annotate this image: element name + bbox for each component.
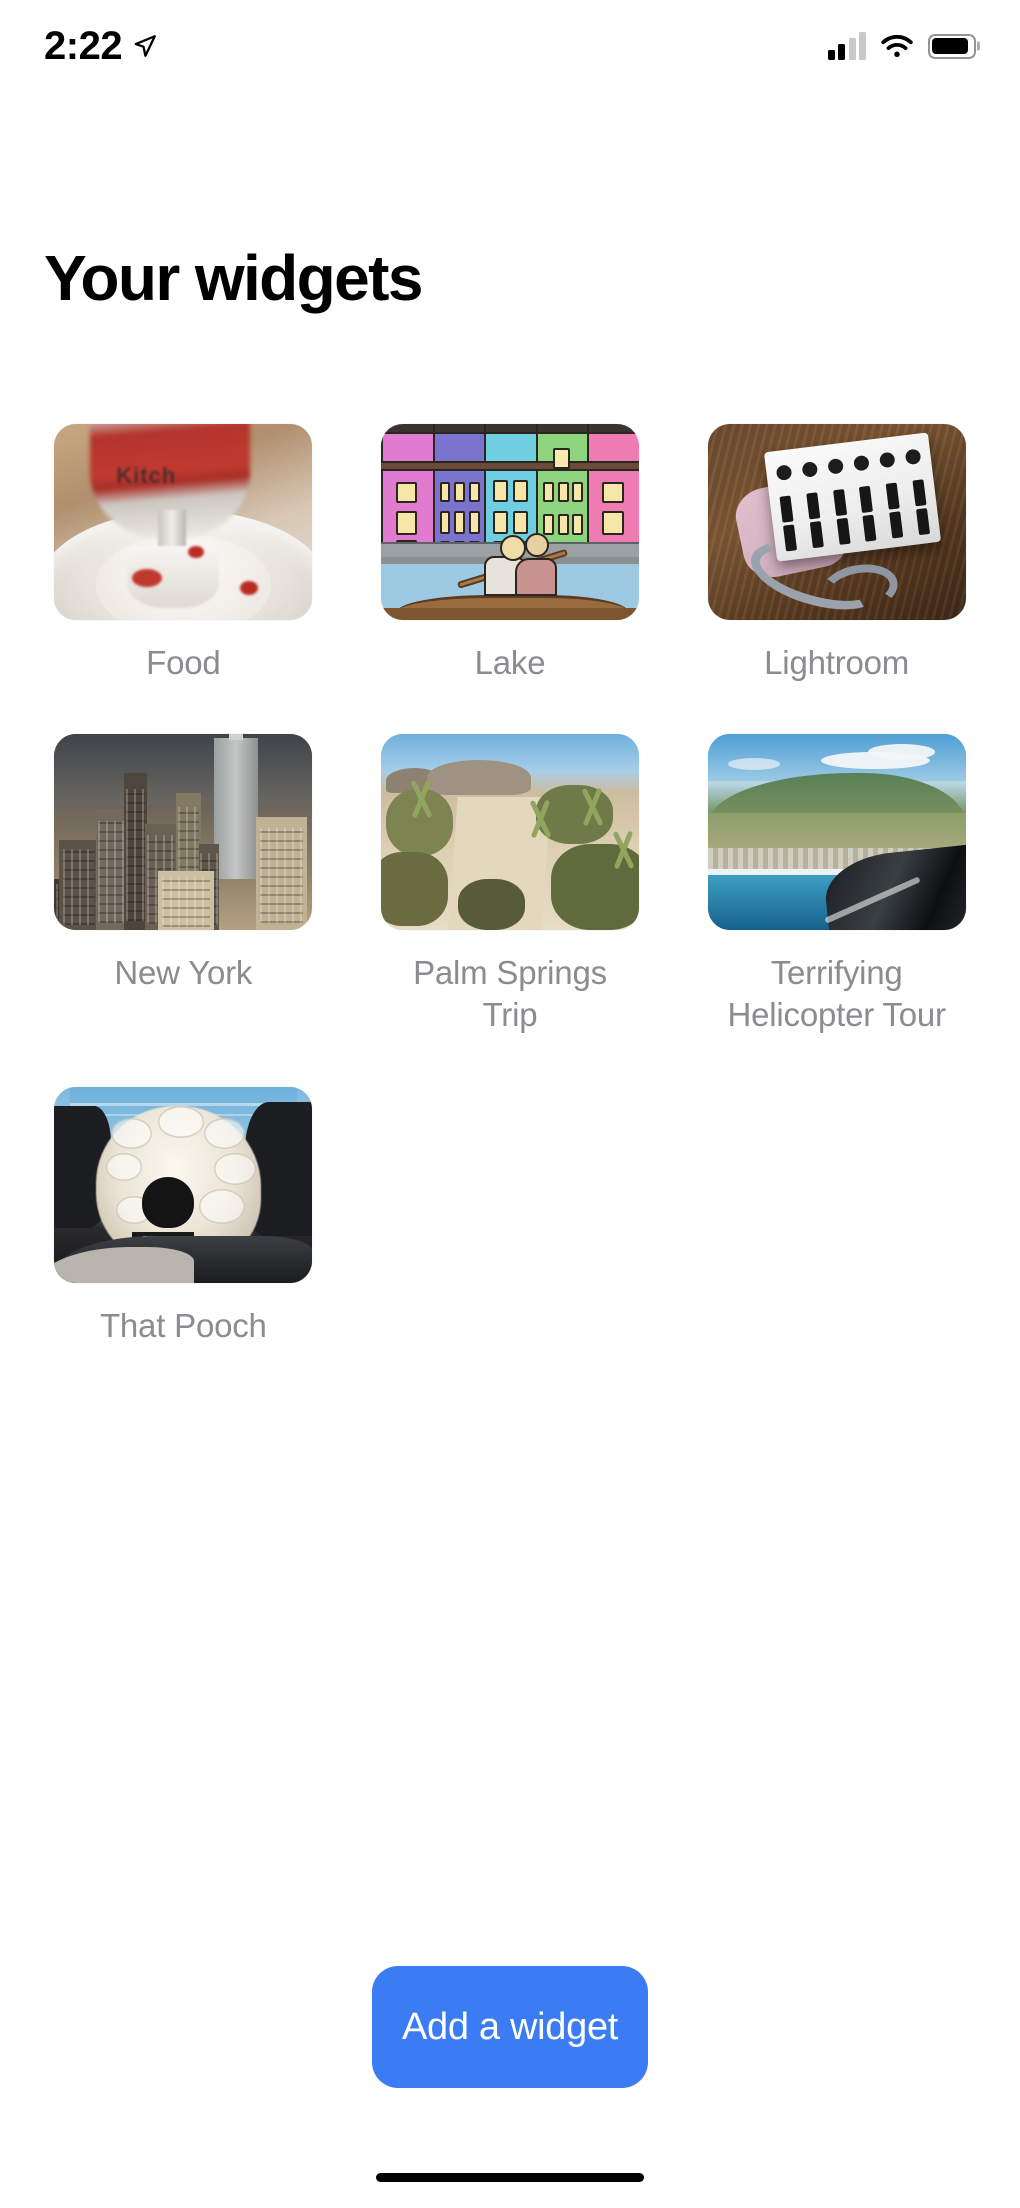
widget-item-new-york[interactable]: New York bbox=[20, 734, 347, 1036]
widget-label: Palm Springs Trip bbox=[413, 954, 607, 1034]
status-bar-right bbox=[827, 32, 976, 60]
widget-item-lake[interactable]: Lake bbox=[347, 424, 674, 684]
widget-thumbnail-palm-springs-trip[interactable] bbox=[380, 734, 639, 931]
widget-label: Terrifying Helicopter Tour bbox=[727, 954, 946, 1034]
food-photo-art: Kitch bbox=[54, 424, 313, 620]
lightroom-photo-art bbox=[707, 424, 966, 620]
widget-thumbnail-that-pooch[interactable] bbox=[54, 1086, 313, 1283]
widget-label: That Pooch bbox=[99, 1306, 267, 1344]
widget-item-terrifying-helicopter-tour[interactable]: Terrifying Helicopter Tour bbox=[673, 734, 1000, 1036]
widget-item-food[interactable]: Kitch Food bbox=[20, 424, 347, 684]
newyork-photo-art bbox=[54, 734, 313, 931]
widget-thumbnail-lightroom[interactable] bbox=[707, 424, 966, 620]
add-a-widget-button-label: Add a widget bbox=[401, 2005, 619, 2048]
cellular-signal-icon bbox=[827, 32, 866, 60]
widget-gallery-screen: 2:22 Your widgets Kitch Food Lake Lightr… bbox=[0, 0, 1020, 2208]
widget-label: New York bbox=[114, 954, 253, 992]
location-arrow-icon bbox=[134, 35, 156, 57]
widget-thumbnail-food[interactable]: Kitch bbox=[54, 424, 313, 620]
lake-illustration-art bbox=[380, 424, 639, 620]
add-a-widget-button[interactable]: Add a widget bbox=[372, 1966, 648, 2088]
widget-thumbnail-lake[interactable] bbox=[380, 424, 639, 620]
home-indicator[interactable] bbox=[376, 2173, 644, 2182]
wifi-icon bbox=[881, 34, 913, 58]
widget-item-lightroom[interactable]: Lightroom bbox=[673, 424, 1000, 684]
helicopter-photo-art bbox=[707, 734, 966, 931]
widget-thumbnail-new-york[interactable] bbox=[54, 734, 313, 931]
widget-thumbnail-terrifying-helicopter-tour[interactable] bbox=[707, 734, 966, 931]
pooch-photo-art bbox=[54, 1086, 313, 1283]
widget-label: Food bbox=[146, 644, 221, 681]
widget-item-that-pooch[interactable]: That Pooch bbox=[20, 1086, 347, 1347]
widget-label: Lightroom bbox=[764, 644, 910, 681]
battery-icon bbox=[928, 33, 976, 59]
widget-label: Lake bbox=[474, 644, 546, 681]
widget-grid: Kitch Food Lake Lightroom New York Palm … bbox=[0, 424, 1020, 1397]
status-bar: 2:22 bbox=[0, 0, 1020, 92]
palmsprings-photo-art bbox=[380, 734, 639, 931]
widget-item-palm-springs-trip[interactable]: Palm Springs Trip bbox=[347, 734, 674, 1036]
page-title: Your widgets bbox=[44, 242, 423, 314]
status-bar-clock: 2:22 bbox=[44, 24, 123, 68]
status-bar-left: 2:22 bbox=[44, 26, 158, 66]
